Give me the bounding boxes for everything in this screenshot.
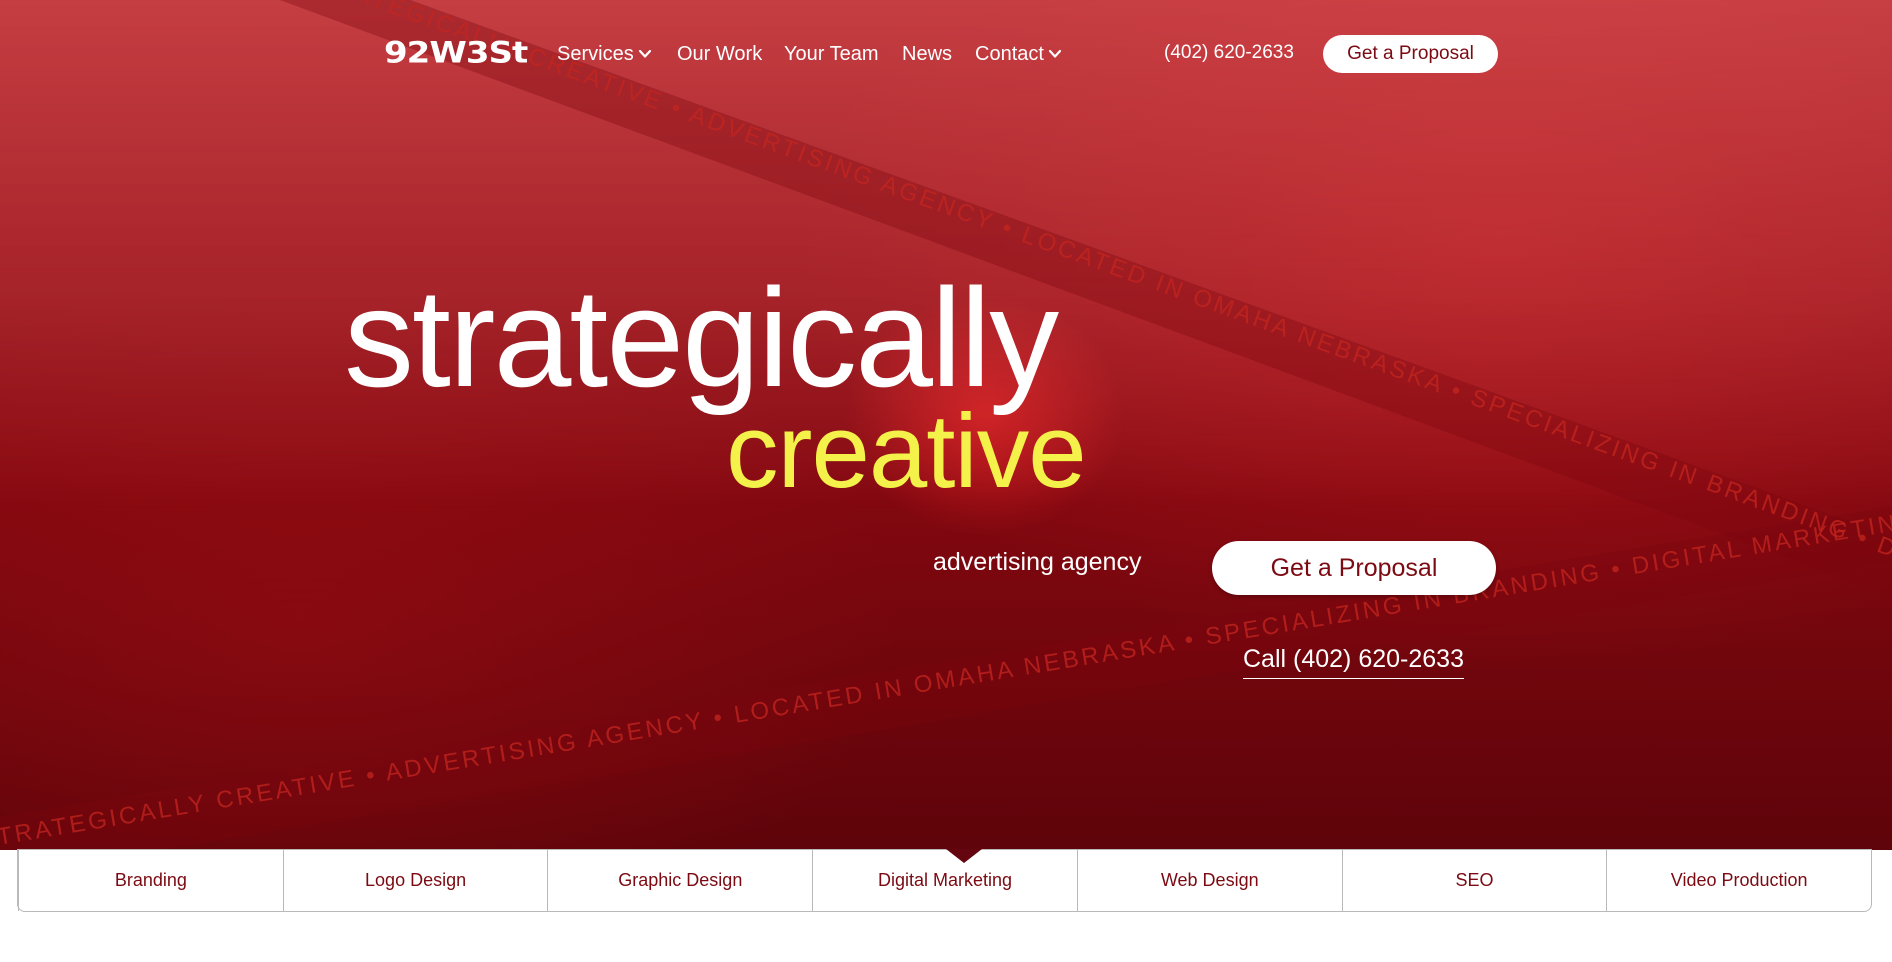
nav-our-work[interactable]: Our Work <box>677 42 762 66</box>
tab-video-production[interactable]: Video Production <box>1606 850 1871 911</box>
nav-your-team[interactable]: Your Team <box>784 42 879 66</box>
active-tab-pointer <box>946 849 982 863</box>
hero-section: STRATEGICALLY CREATIVE • ADVERTISING AGE… <box>0 0 1892 850</box>
nav-services[interactable]: Services <box>557 42 652 66</box>
tab-seo[interactable]: SEO <box>1341 850 1607 911</box>
get-proposal-button-hero[interactable]: Get a Proposal <box>1212 541 1496 595</box>
nav-our-work-label: Our Work <box>677 43 763 65</box>
tab-branding[interactable]: Branding <box>18 850 283 911</box>
tab-graphic-design[interactable]: Graphic Design <box>547 850 812 911</box>
nav-news[interactable]: News <box>902 42 952 66</box>
call-phone-link[interactable]: Call (402) 620-2633 <box>1243 644 1464 679</box>
get-proposal-button-nav[interactable]: Get a Proposal <box>1323 35 1498 73</box>
tab-logo-design[interactable]: Logo Design <box>282 850 548 911</box>
headline-creative: creative <box>726 393 1087 510</box>
chevron-down-icon <box>638 49 651 58</box>
hero-tagline: advertising agency <box>933 548 1142 576</box>
tab-web-design[interactable]: Web Design <box>1076 850 1342 911</box>
nav-contact-label: Contact <box>975 43 1044 65</box>
top-navigation: 92W3St Services Our Work Your Team News … <box>0 0 1892 110</box>
brand-logo[interactable]: 92W3St <box>384 36 528 70</box>
services-tab-bar: Branding Logo Design Graphic Design Digi… <box>17 850 1872 912</box>
nav-news-label: News <box>902 43 953 65</box>
chevron-down-icon <box>1048 49 1062 58</box>
nav-phone-link[interactable]: (402) 620-2633 <box>1164 41 1294 65</box>
nav-your-team-label: Your Team <box>784 43 879 65</box>
tab-digital-marketing[interactable]: Digital Marketing <box>812 850 1077 911</box>
nav-contact[interactable]: Contact <box>975 42 1062 66</box>
nav-services-label: Services <box>557 43 634 65</box>
